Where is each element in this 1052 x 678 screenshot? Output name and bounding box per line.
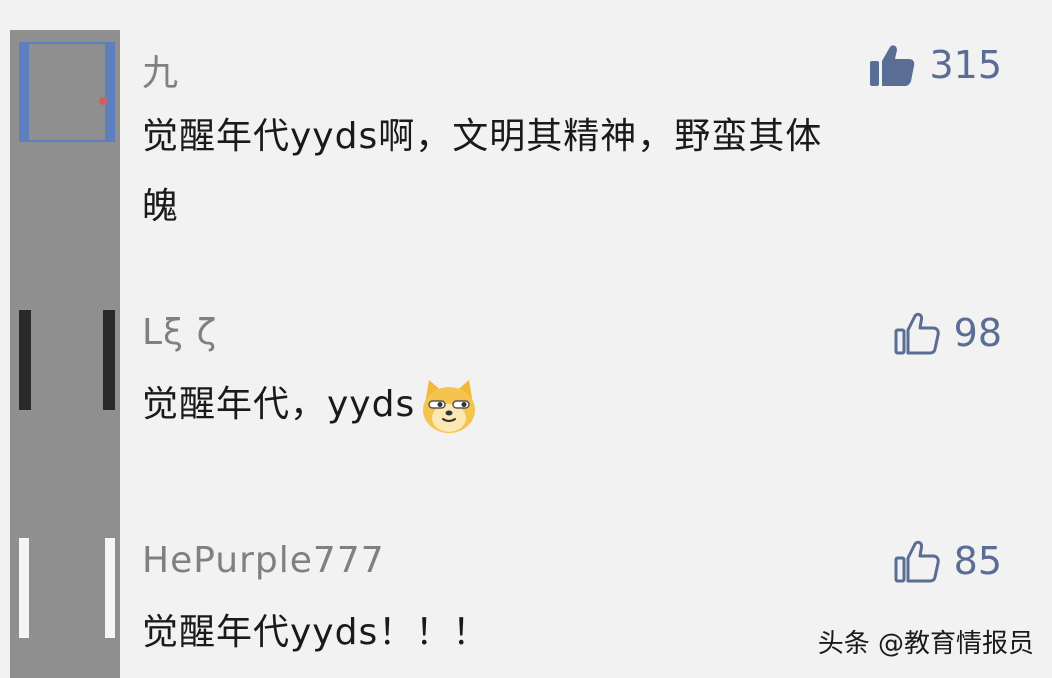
comment-text: 觉醒年代yyds啊，文明其精神，野蛮其体 魄 xyxy=(142,102,822,242)
avatar[interactable] xyxy=(19,42,115,142)
thumbs-up-outline-icon xyxy=(894,312,940,355)
like-button[interactable]: 85 xyxy=(894,538,1002,584)
like-count: 98 xyxy=(953,311,1002,355)
thumbs-up-outline-icon xyxy=(894,540,940,583)
comment-text-line: 魄 xyxy=(142,186,180,227)
like-button[interactable]: 98 xyxy=(894,310,1002,356)
like-count: 85 xyxy=(953,539,1002,583)
thumbs-up-filled-icon xyxy=(870,45,915,86)
like-count: 315 xyxy=(929,43,1002,87)
avatar[interactable] xyxy=(19,310,115,410)
comment-text: 觉醒年代，yyds xyxy=(142,370,479,440)
comment-text-content: 觉醒年代，yyds xyxy=(142,384,416,425)
comment-username[interactable]: Lξ ζ xyxy=(142,312,217,353)
comment-username[interactable]: HePurple777 xyxy=(142,540,385,581)
watermark: 头条 @教育情报员 xyxy=(817,629,1034,659)
smirking-dog-emoji-icon xyxy=(423,380,476,433)
like-button[interactable]: 315 xyxy=(869,42,1002,88)
comment-username[interactable]: 九 xyxy=(142,44,179,96)
avatar[interactable] xyxy=(19,538,115,638)
comment-text-line: 觉醒年代yyds啊，文明其精神，野蛮其体 xyxy=(142,116,823,157)
comment-text: 觉醒年代yyds！！！ xyxy=(142,612,490,653)
